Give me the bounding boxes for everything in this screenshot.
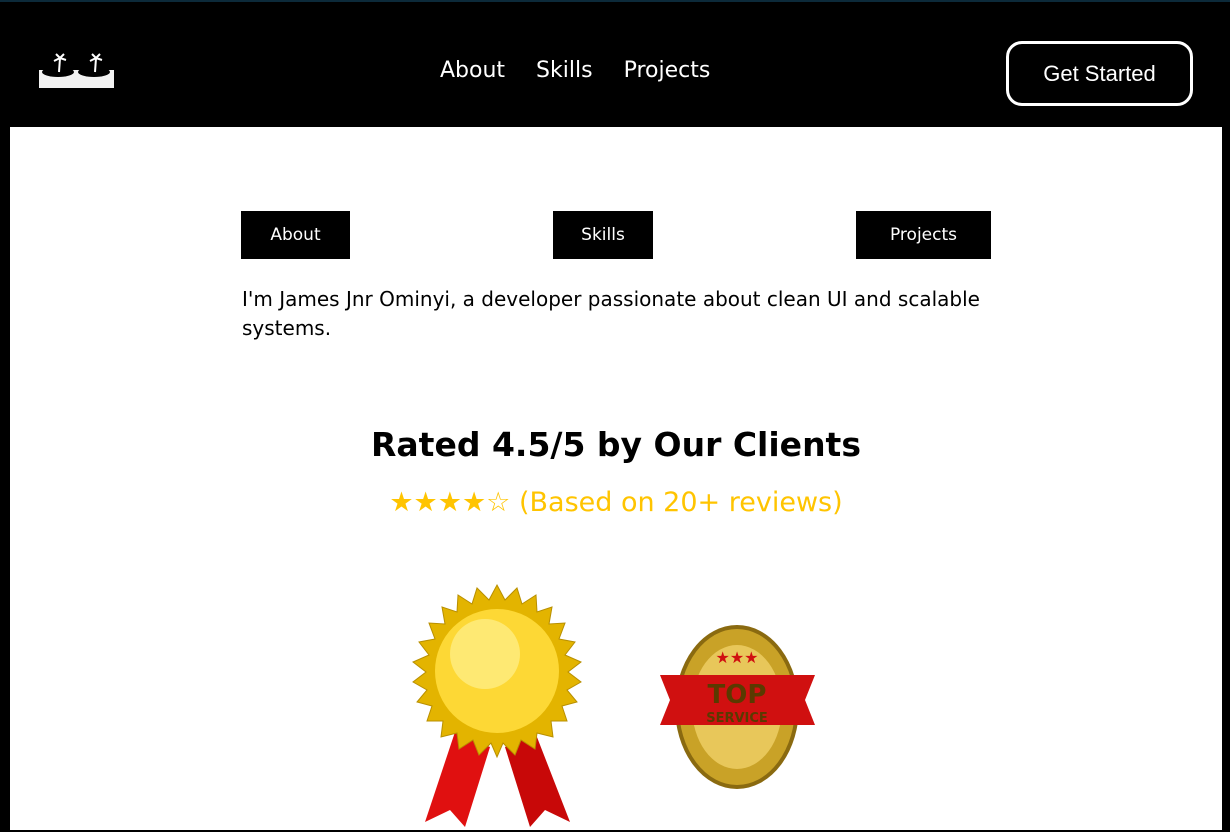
about-button[interactable]: About bbox=[241, 211, 350, 259]
rating-title: Rated 4.5/5 by Our Clients bbox=[371, 425, 861, 464]
nav-link-projects[interactable]: Projects bbox=[624, 58, 711, 83]
badge-service-text: SERVICE bbox=[706, 711, 768, 726]
award-ribbon-icon bbox=[412, 583, 582, 827]
top-service-badge: ★★★ TOP SERVICE bbox=[660, 625, 815, 789]
review-count: (Based on 20+ reviews) bbox=[518, 487, 843, 518]
main-content: About Skills Projects I'm James Jnr Omin… bbox=[10, 127, 1222, 830]
badge-top-text: TOP bbox=[708, 680, 767, 710]
top-nav: About Skills Projects Get Started bbox=[0, 4, 1230, 127]
nav-link-about[interactable]: About bbox=[440, 58, 505, 83]
palm-islands-logo[interactable] bbox=[39, 50, 114, 88]
get-started-button[interactable]: Get Started bbox=[1006, 41, 1193, 106]
svg-text:★★★: ★★★ bbox=[715, 648, 758, 667]
star-icons: ★★★★☆ bbox=[389, 487, 511, 518]
projects-button[interactable]: Projects bbox=[856, 211, 991, 259]
nav-link-skills[interactable]: Skills bbox=[536, 58, 593, 83]
bio-text: I'm James Jnr Ominyi, a developer passio… bbox=[242, 287, 980, 340]
rating-line: ★★★★☆ (Based on 20+ reviews) bbox=[10, 487, 1222, 518]
skills-button[interactable]: Skills bbox=[553, 211, 653, 259]
